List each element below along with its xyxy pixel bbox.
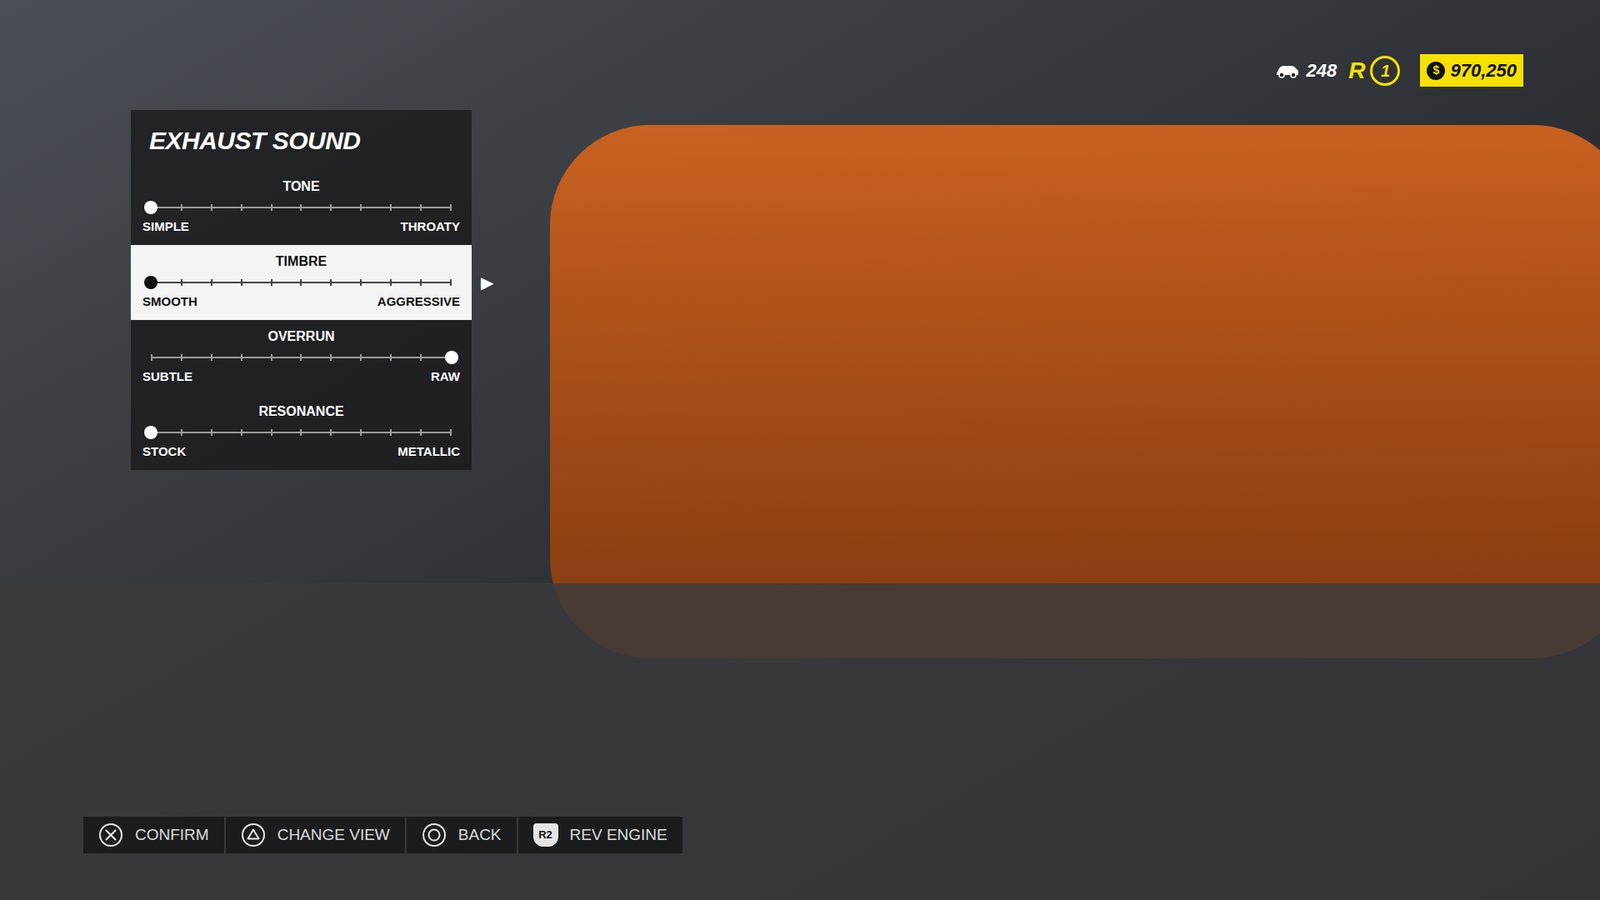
slider-min-label: SMOOTH: [142, 293, 198, 310]
slider-row-wrap: TIMBRE SMOOTH AGGRESSIVE ▶: [130, 245, 1600, 320]
slider-track[interactable]: [150, 200, 452, 215]
slider-knob[interactable]: [144, 275, 158, 290]
slider-max-label: THROATY: [400, 218, 460, 235]
slider-label: RESONANCE: [142, 403, 460, 420]
currency-icon: $: [1426, 61, 1445, 80]
slider-knob[interactable]: [144, 200, 158, 215]
slider-knob[interactable]: [445, 350, 459, 365]
control-bar: CONFIRM CHANGE VIEW BACK R2 REV ENGINE: [83, 816, 1600, 854]
slider-row[interactable]: TONE SIMPLE THROATY: [130, 170, 472, 245]
slider-max-label: AGGRESSIVE: [377, 293, 460, 310]
rep-level: 1: [1370, 55, 1400, 86]
control-label: REV ENGINE: [570, 823, 668, 848]
slider-knob[interactable]: [144, 425, 158, 440]
control-hint[interactable]: CHANGE VIEW: [225, 816, 405, 854]
slider-label: OVERRUN: [142, 328, 460, 345]
slider-row-wrap: RESONANCE STOCK METALLIC: [130, 395, 1600, 470]
control-label: BACK: [458, 823, 502, 848]
slider-row-wrap: TONE SIMPLE THROATY: [130, 170, 1600, 245]
slider-label: TONE: [142, 178, 460, 195]
next-arrow[interactable]: ▶: [480, 270, 494, 295]
slider-track[interactable]: [150, 350, 452, 365]
slider-row-wrap: OVERRUN SUBTLE RAW: [130, 320, 1600, 395]
control-label: CHANGE VIEW: [277, 823, 390, 848]
app: 248 R1 $970,250 EXHAUST SOUND TONE SIMPLE THRO…: [0, 0, 1600, 900]
slider-track[interactable]: [150, 275, 452, 290]
car-count: 248: [1306, 56, 1338, 85]
hud: 248 R1 $970,250: [0, 0, 1600, 86]
slider-min-label: SUBTLE: [142, 368, 193, 385]
slider-row[interactable]: RESONANCE STOCK METALLIC: [130, 395, 472, 470]
panel-title: EXHAUST SOUND: [149, 121, 361, 160]
slider-label: TIMBRE: [142, 253, 460, 270]
money-badge: $970,250: [1420, 54, 1524, 87]
r2-key-icon: R2: [533, 823, 559, 847]
slider-min-label: STOCK: [142, 443, 186, 460]
exhaust-panel: EXHAUST SOUND TONE SIMPLE THROATY TIMBRE SMOO…: [0, 110, 1600, 470]
control-hint[interactable]: BACK: [406, 816, 517, 854]
money-amount: 970,250: [1450, 56, 1517, 85]
cross-button-icon: [98, 822, 124, 848]
car-icon: [1275, 63, 1300, 79]
triangle-button-icon: [240, 822, 266, 848]
circle-button-icon: [421, 822, 447, 848]
slider-min-label: SIMPLE: [142, 218, 190, 235]
slider-row[interactable]: OVERRUN SUBTLE RAW: [130, 320, 472, 395]
control-hint[interactable]: CONFIRM: [83, 816, 225, 854]
slider-row[interactable]: TIMBRE SMOOTH AGGRESSIVE: [130, 245, 472, 320]
rep-logo: R: [1348, 59, 1365, 83]
control-label: CONFIRM: [135, 823, 210, 848]
slider-max-label: METALLIC: [397, 443, 460, 460]
control-hint[interactable]: R2 REV ENGINE: [518, 816, 683, 854]
slider-max-label: RAW: [430, 368, 460, 385]
slider-track[interactable]: [150, 425, 452, 440]
